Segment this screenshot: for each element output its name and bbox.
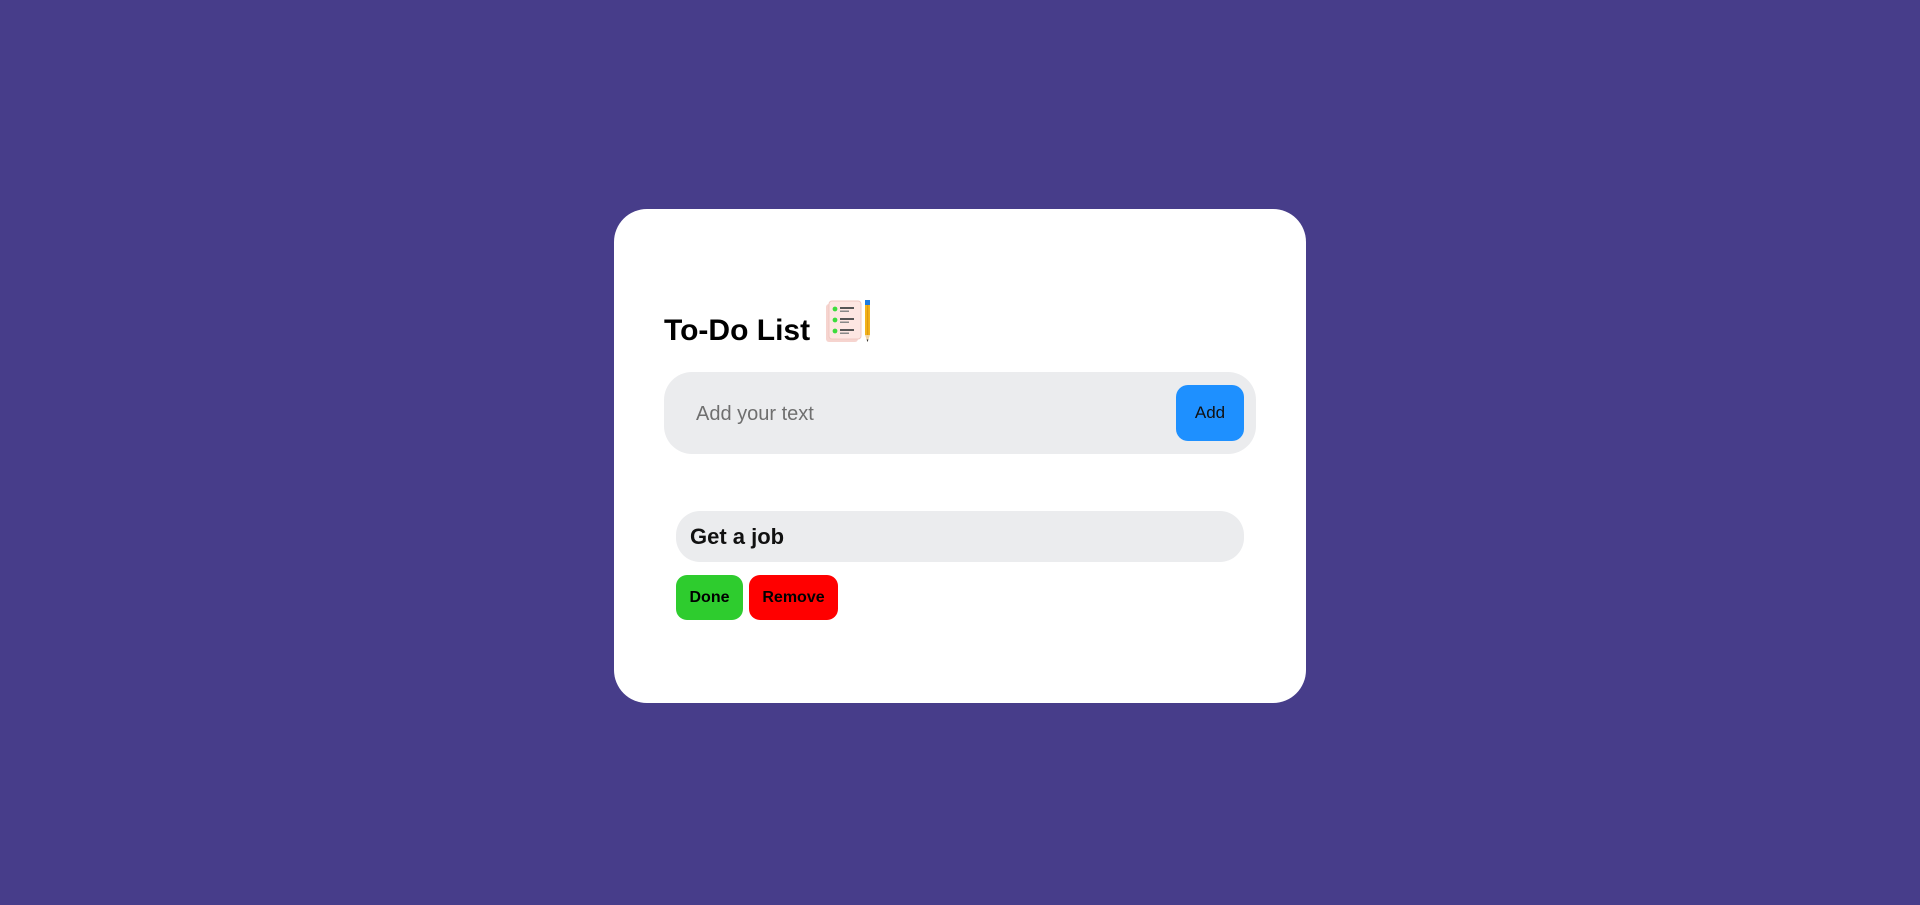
todo-actions: Done Remove: [676, 575, 838, 620]
title-row: To-Do List: [664, 292, 872, 352]
list-item: Get a job: [676, 511, 1244, 562]
todo-text: Get a job: [690, 523, 785, 549]
add-button[interactable]: Add: [1176, 385, 1244, 441]
done-button[interactable]: Done: [676, 575, 743, 620]
todo-card: To-Do List Add your text Add Get a job D…: [614, 209, 1306, 703]
add-task-row: Add: [664, 372, 1256, 454]
page-title: To-Do List: [664, 314, 811, 347]
remove-button[interactable]: Remove: [749, 575, 838, 620]
checklist-icon: [824, 300, 872, 346]
task-input[interactable]: [694, 394, 1138, 434]
